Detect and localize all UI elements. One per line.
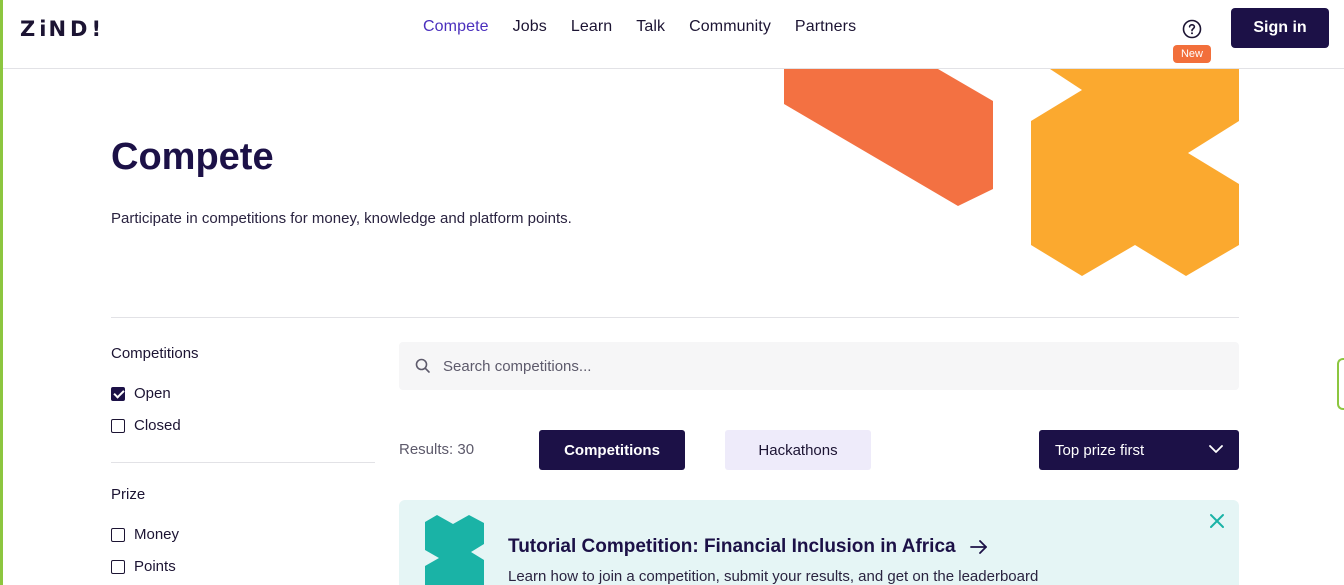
top-header: ZiND! Compete Jobs Learn Talk Community … xyxy=(3,0,1344,69)
left-edge-accent xyxy=(0,0,3,585)
nav-jobs[interactable]: Jobs xyxy=(513,18,547,36)
page-title: Compete xyxy=(111,136,274,178)
open-checkbox[interactable] xyxy=(111,386,125,401)
results-count: Results: 30 xyxy=(399,441,475,458)
filter-closed-label: Closed xyxy=(134,417,181,434)
points-checkbox[interactable] xyxy=(111,559,125,574)
filter-prize-title: Prize xyxy=(111,486,146,503)
search-bar xyxy=(399,342,1239,390)
filter-competitions-title: Competitions xyxy=(111,345,199,362)
tab-competitions[interactable]: Competitions xyxy=(539,430,685,470)
nav-community[interactable]: Community xyxy=(689,18,771,36)
zindi-logo[interactable]: ZiND! xyxy=(20,17,105,41)
filter-open-option[interactable]: Open xyxy=(111,385,171,402)
feedback-side-tab[interactable] xyxy=(1337,358,1344,410)
close-icon[interactable] xyxy=(1209,513,1225,529)
filter-open-label: Open xyxy=(134,385,171,402)
banner-title-text: Tutorial Competition: Financial Inclusio… xyxy=(508,536,956,557)
chevron-down-icon xyxy=(1209,445,1223,453)
tutorial-banner[interactable]: Tutorial Competition: Financial Inclusio… xyxy=(399,500,1239,585)
filter-closed-option[interactable]: Closed xyxy=(111,417,181,434)
sign-in-button[interactable]: Sign in xyxy=(1231,8,1329,48)
zindi-x-logo-icon xyxy=(425,515,484,585)
hero-decorative-shapes xyxy=(784,69,1239,276)
filter-points-label: Points xyxy=(134,558,176,575)
sidebar-divider xyxy=(111,462,375,463)
sort-value: Top prize first xyxy=(1055,441,1145,459)
sort-dropdown[interactable]: Top prize first xyxy=(1039,430,1239,470)
money-checkbox[interactable] xyxy=(111,527,125,542)
tab-hackathons[interactable]: Hackathons xyxy=(725,430,871,470)
banner-description: Learn how to join a competition, submit … xyxy=(508,568,1039,585)
section-divider xyxy=(111,317,1239,318)
filter-money-option[interactable]: Money xyxy=(111,526,179,543)
page-subtitle: Participate in competitions for money, k… xyxy=(111,210,572,227)
filter-money-label: Money xyxy=(134,526,180,543)
question-circle-icon[interactable] xyxy=(1182,19,1202,39)
main-nav: Compete Jobs Learn Talk Community Partne… xyxy=(423,18,880,36)
new-badge: New xyxy=(1173,45,1211,63)
filter-points-option[interactable]: Points xyxy=(111,558,176,575)
nav-partners[interactable]: Partners xyxy=(795,18,856,36)
nav-compete[interactable]: Compete xyxy=(423,18,489,36)
nav-learn[interactable]: Learn xyxy=(571,18,612,36)
nav-talk[interactable]: Talk xyxy=(636,18,665,36)
banner-title[interactable]: Tutorial Competition: Financial Inclusio… xyxy=(508,536,988,558)
search-input[interactable] xyxy=(443,342,1203,390)
closed-checkbox[interactable] xyxy=(111,418,125,433)
search-icon xyxy=(415,358,430,373)
arrow-right-icon xyxy=(969,540,987,554)
